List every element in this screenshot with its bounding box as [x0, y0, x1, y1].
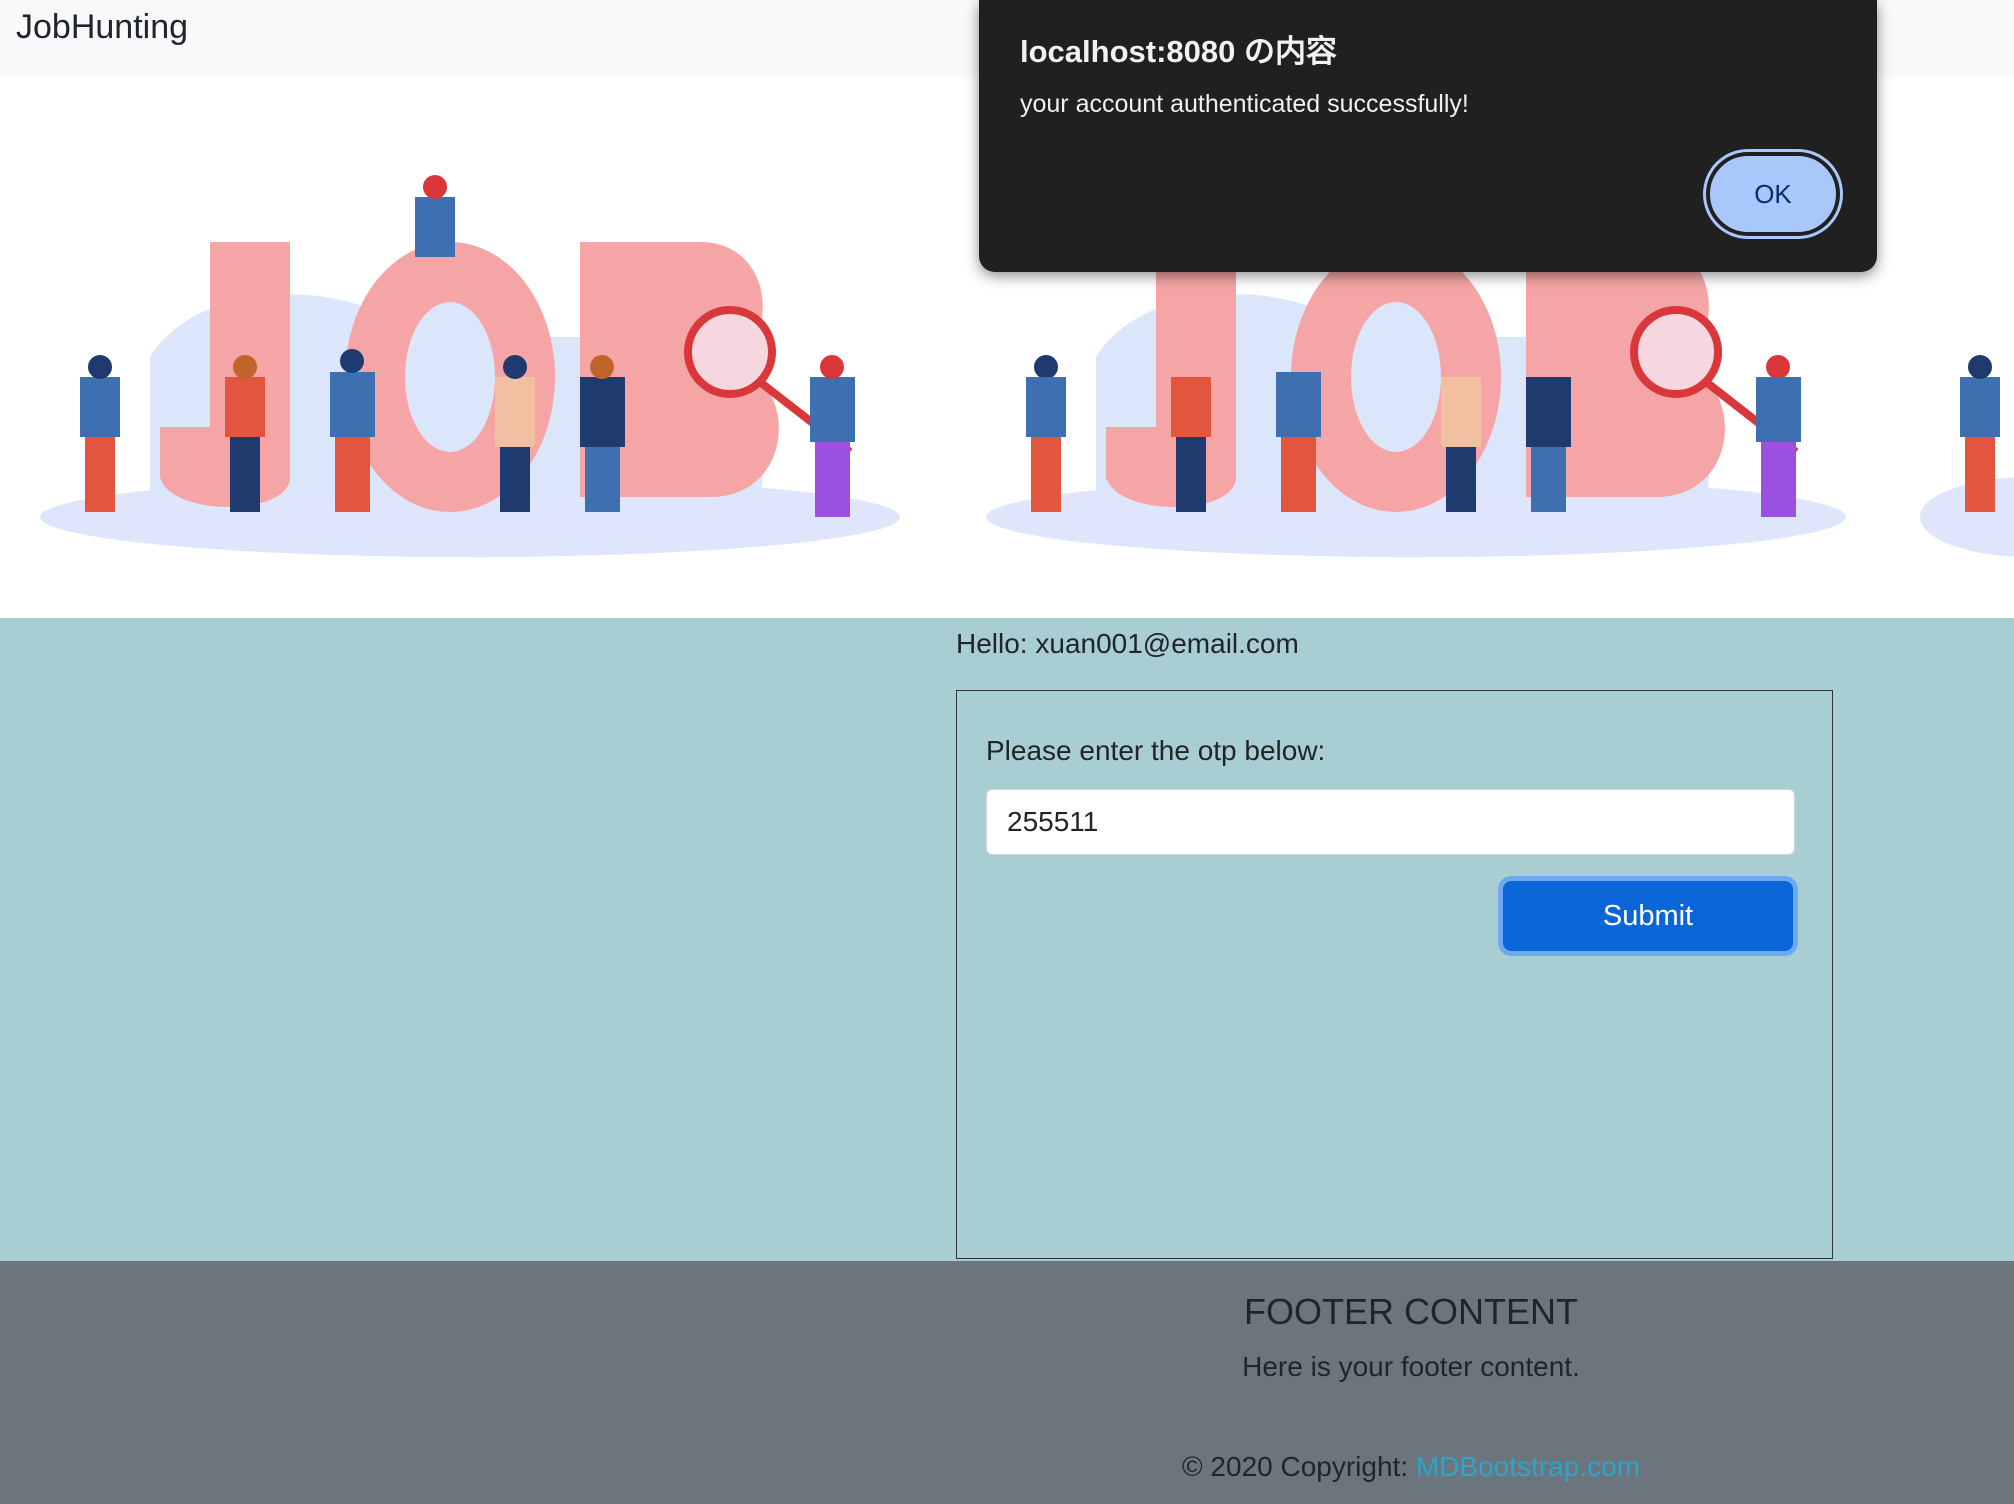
footer-text: Here is your footer content. [1242, 1351, 1580, 1382]
otp-label: Please enter the otp below: [986, 735, 1326, 766]
submit-button[interactable]: Submit [1503, 881, 1793, 951]
copyright-link[interactable]: MDBootstrap.com [1416, 1451, 1640, 1482]
alert-dialog: localhost:8080 の内容 your account authenti… [979, 0, 1877, 272]
main-section: Hello: xuan001@email.com Please enter th… [0, 618, 2014, 1261]
brand-link[interactable]: JobHunting [16, 8, 188, 47]
dialog-message: your account authenticated successfully! [1020, 90, 1469, 118]
dialog-title: localhost:8080 の内容 [1020, 34, 1337, 69]
copyright: © 2020 Copyright: MDBootstrap.com [0, 1451, 2014, 1483]
otp-form: Please enter the otp below: Submit [956, 690, 1833, 1259]
otp-input[interactable] [986, 789, 1795, 855]
ok-button[interactable]: OK [1706, 152, 1840, 236]
banner-illustration [1920, 355, 2014, 557]
footer: FOOTER CONTENT Here is your footer conte… [0, 1261, 2014, 1504]
copyright-text: © 2020 Copyright: [1182, 1451, 1416, 1482]
footer-title: FOOTER CONTENT [1244, 1291, 1578, 1332]
banner-illustration [40, 175, 900, 557]
greeting: Hello: xuan001@email.com [956, 628, 1299, 659]
